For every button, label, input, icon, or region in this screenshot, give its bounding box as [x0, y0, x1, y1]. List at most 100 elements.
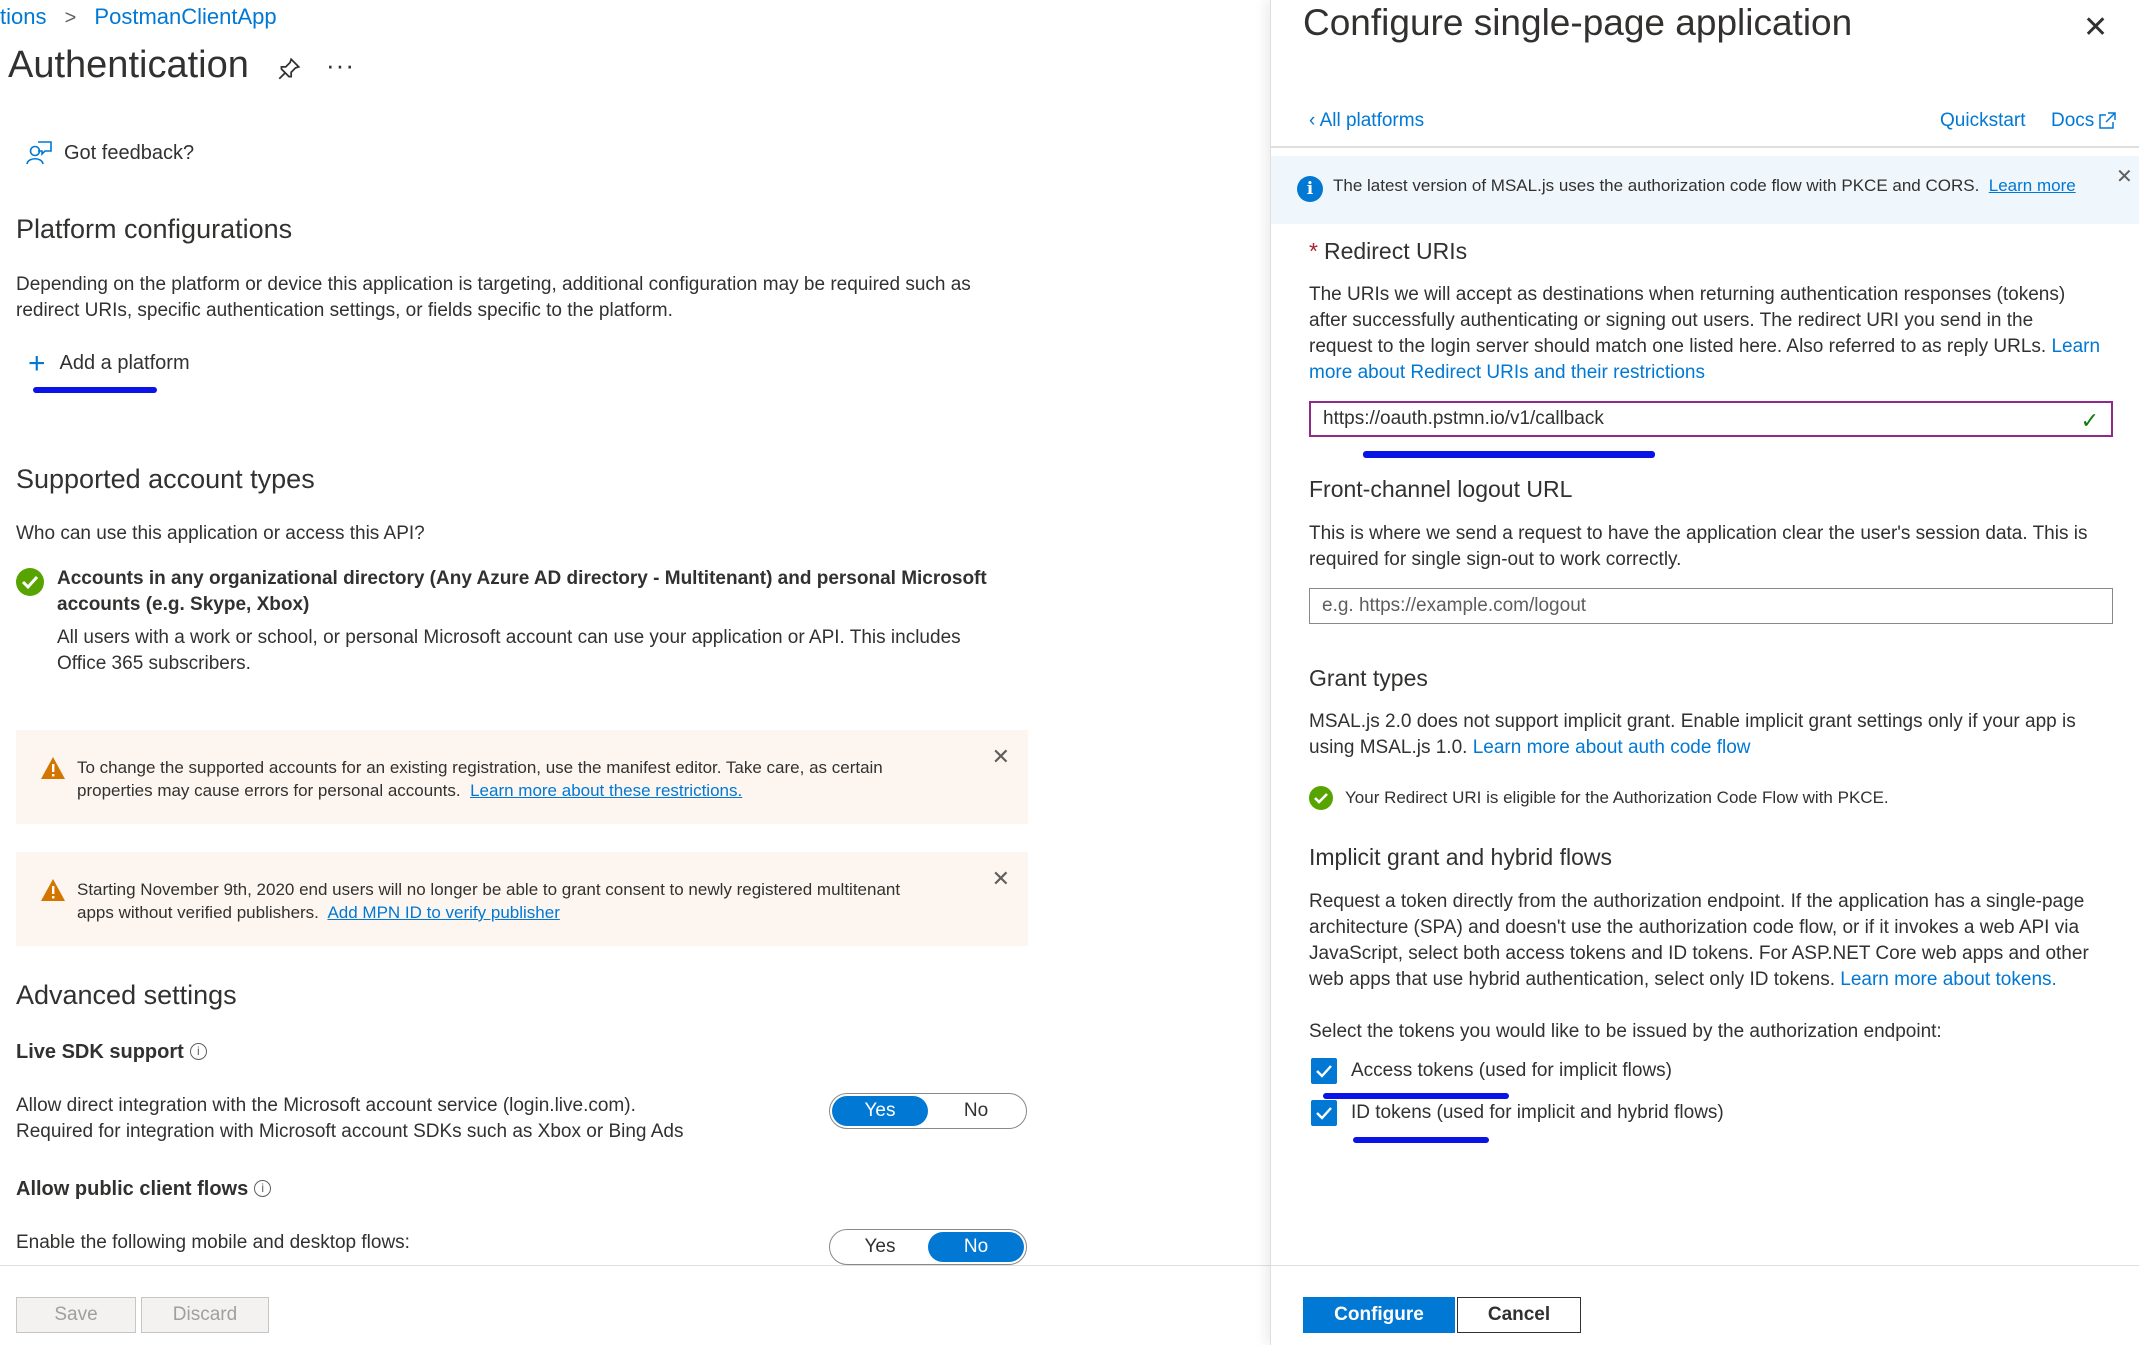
add-platform-button[interactable]: + Add a platform: [28, 346, 190, 380]
msal-notice-text: The latest version of MSAL.js uses the a…: [1333, 176, 2076, 196]
footer-divider: [0, 1265, 1270, 1266]
external-link-icon: [2099, 112, 2117, 129]
redirect-desc-line: request to the login server should match…: [1309, 336, 2047, 357]
docs-link[interactable]: Docs: [2051, 110, 2117, 132]
cancel-button[interactable]: Cancel: [1457, 1297, 1581, 1333]
close-icon[interactable]: ✕: [2116, 164, 2133, 189]
account-type-title-line: Accounts in any organizational directory…: [57, 568, 987, 589]
public-client-description: Enable the following mobile and desktop …: [16, 1232, 410, 1253]
logout-description: This is where we send a request to have …: [1309, 521, 2119, 573]
add-platform-label: Add a platform: [59, 352, 190, 374]
msal-learn-more-link[interactable]: Learn more: [1989, 176, 2076, 195]
more-options-icon[interactable]: ···: [326, 50, 355, 81]
all-platforms-link[interactable]: ‹ All platforms: [1309, 110, 1424, 132]
add-mpn-id-link[interactable]: Add MPN ID to verify publisher: [327, 903, 559, 922]
grant-types-heading: Grant types: [1309, 665, 1428, 691]
advanced-settings-heading: Advanced settings: [16, 980, 237, 1010]
breadcrumb: tions > PostmanClientApp: [0, 4, 277, 30]
live-sdk-desc-line: Required for integration with Microsoft …: [16, 1121, 684, 1142]
live-sdk-yes-option[interactable]: Yes: [832, 1096, 928, 1126]
page-title: Authentication: [8, 44, 249, 86]
warning-text: To change the supported accounts for an …: [77, 756, 957, 802]
annotation-underline: [1323, 1093, 1509, 1099]
warning-banner-publisher: Starting November 9th, 2020 end users wi…: [16, 852, 1028, 946]
account-type-desc-line: Office 365 subscribers.: [57, 653, 251, 674]
panel-footer-divider: [1271, 1265, 2139, 1266]
docs-label: Docs: [2051, 110, 2095, 131]
info-icon: i: [1297, 176, 1323, 202]
logout-url-input[interactable]: e.g. https://example.com/logout: [1309, 588, 2113, 624]
public-client-label-text: Allow public client flows: [16, 1178, 249, 1200]
quickstart-link[interactable]: Quickstart: [1940, 110, 2026, 132]
warning-icon: [41, 879, 65, 901]
description-line: redirect URIs, specific authentication s…: [16, 300, 673, 321]
live-sdk-toggle[interactable]: Yes No: [829, 1093, 1027, 1129]
warning-line: Starting November 9th, 2020 end users wi…: [77, 880, 901, 899]
supported-accounts-question: Who can use this application or access t…: [16, 523, 425, 544]
warning-icon: [41, 757, 65, 779]
warning-line: apps without verified publishers.: [77, 903, 319, 922]
warning-banner-manifest: To change the supported accounts for an …: [16, 730, 1028, 824]
access-tokens-checkbox-row[interactable]: Access tokens (used for implicit flows): [1311, 1058, 1672, 1084]
close-icon[interactable]: ✕: [992, 866, 1010, 892]
implicit-grant-description: Request a token directly from the author…: [1309, 889, 2119, 993]
learn-more-auth-code-link[interactable]: Learn more about auth code flow: [1473, 737, 1751, 758]
public-client-yes-option[interactable]: Yes: [832, 1232, 928, 1262]
all-platforms-label: All platforms: [1319, 110, 1425, 131]
redirect-uris-heading: * Redirect URIs: [1309, 238, 1467, 265]
id-tokens-checkbox[interactable]: [1311, 1100, 1337, 1126]
implicit-desc-line: web apps that use hybrid authentication,…: [1309, 969, 1835, 990]
pkce-eligible-status: Your Redirect URI is eligible for the Au…: [1309, 786, 1889, 810]
configure-button[interactable]: Configure: [1303, 1297, 1455, 1333]
save-button[interactable]: Save: [16, 1297, 136, 1333]
chevron-right-icon: >: [64, 7, 77, 29]
platform-configurations-description: Depending on the platform or device this…: [16, 272, 1096, 324]
learn-more-tokens-link[interactable]: Learn more about tokens.: [1840, 969, 2057, 990]
info-icon[interactable]: i: [189, 1043, 207, 1060]
logout-url-placeholder: e.g. https://example.com/logout: [1322, 595, 1587, 616]
grant-types-description: MSAL.js 2.0 does not support implicit gr…: [1309, 709, 2119, 761]
discard-button[interactable]: Discard: [141, 1297, 269, 1333]
warning-text: Starting November 9th, 2020 end users wi…: [77, 878, 957, 924]
account-type-desc-line: All users with a work or school, or pers…: [57, 627, 961, 648]
live-sdk-label-text: Live SDK support: [16, 1041, 184, 1063]
feedback-button[interactable]: Got feedback?: [26, 140, 194, 166]
feedback-label: Got feedback?: [64, 141, 195, 164]
implicit-grant-heading: Implicit grant and hybrid flows: [1309, 844, 1612, 870]
supported-account-types-heading: Supported account types: [16, 464, 315, 494]
learn-more-redirect-link-part2[interactable]: more about Redirect URIs and their restr…: [1309, 362, 1705, 383]
redirect-uri-input[interactable]: https://oauth.pstmn.io/v1/callback ✓: [1309, 401, 2113, 437]
check-circle-icon: [1309, 786, 1333, 810]
selected-account-description: All users with a work or school, or pers…: [57, 625, 1037, 677]
info-icon[interactable]: i: [254, 1180, 272, 1197]
panel-title: Configure single-page application: [1303, 2, 1853, 43]
annotation-underline: [1353, 1137, 1489, 1143]
breadcrumb-parent[interactable]: tions: [0, 4, 46, 29]
public-client-no-option[interactable]: No: [928, 1232, 1024, 1262]
live-sdk-no-option[interactable]: No: [928, 1096, 1024, 1126]
learn-more-restrictions-link[interactable]: Learn more about these restrictions.: [470, 781, 742, 800]
id-tokens-checkbox-row[interactable]: ID tokens (used for implicit and hybrid …: [1311, 1100, 1724, 1126]
redirect-uris-heading-text: Redirect URIs: [1323, 238, 1468, 264]
platform-configurations-heading: Platform configurations: [16, 214, 293, 244]
pin-icon[interactable]: [276, 56, 302, 82]
grant-desc-line: MSAL.js 2.0 does not support implicit gr…: [1309, 711, 2076, 732]
close-panel-icon[interactable]: ✕: [2083, 10, 2108, 45]
close-icon[interactable]: ✕: [992, 744, 1010, 770]
configure-spa-panel: Configure single-page application ✕ ‹ Al…: [1270, 0, 2139, 1345]
panel-header-divider: [1271, 146, 2139, 148]
plus-icon: +: [28, 346, 46, 380]
public-client-toggle[interactable]: Yes No: [829, 1229, 1027, 1265]
warning-line: properties may cause errors for personal…: [77, 781, 461, 800]
redirect-desc-line: after successfully authenticating or sig…: [1309, 310, 2034, 331]
id-tokens-label: ID tokens (used for implicit and hybrid …: [1351, 1102, 1724, 1123]
access-tokens-checkbox[interactable]: [1311, 1058, 1337, 1084]
grant-desc-line: using MSAL.js 1.0.: [1309, 737, 1468, 758]
breadcrumb-current[interactable]: PostmanClientApp: [94, 4, 276, 29]
check-circle-icon: [16, 568, 44, 596]
implicit-desc-line: architecture (SPA) and doesn't use the a…: [1309, 917, 2080, 938]
logout-desc-line: required for single sign-out to work cor…: [1309, 549, 1682, 570]
chevron-left-icon: ‹: [1309, 110, 1320, 131]
learn-more-redirect-link-part1[interactable]: Learn: [2051, 336, 2100, 357]
annotation-underline: [1363, 451, 1655, 458]
